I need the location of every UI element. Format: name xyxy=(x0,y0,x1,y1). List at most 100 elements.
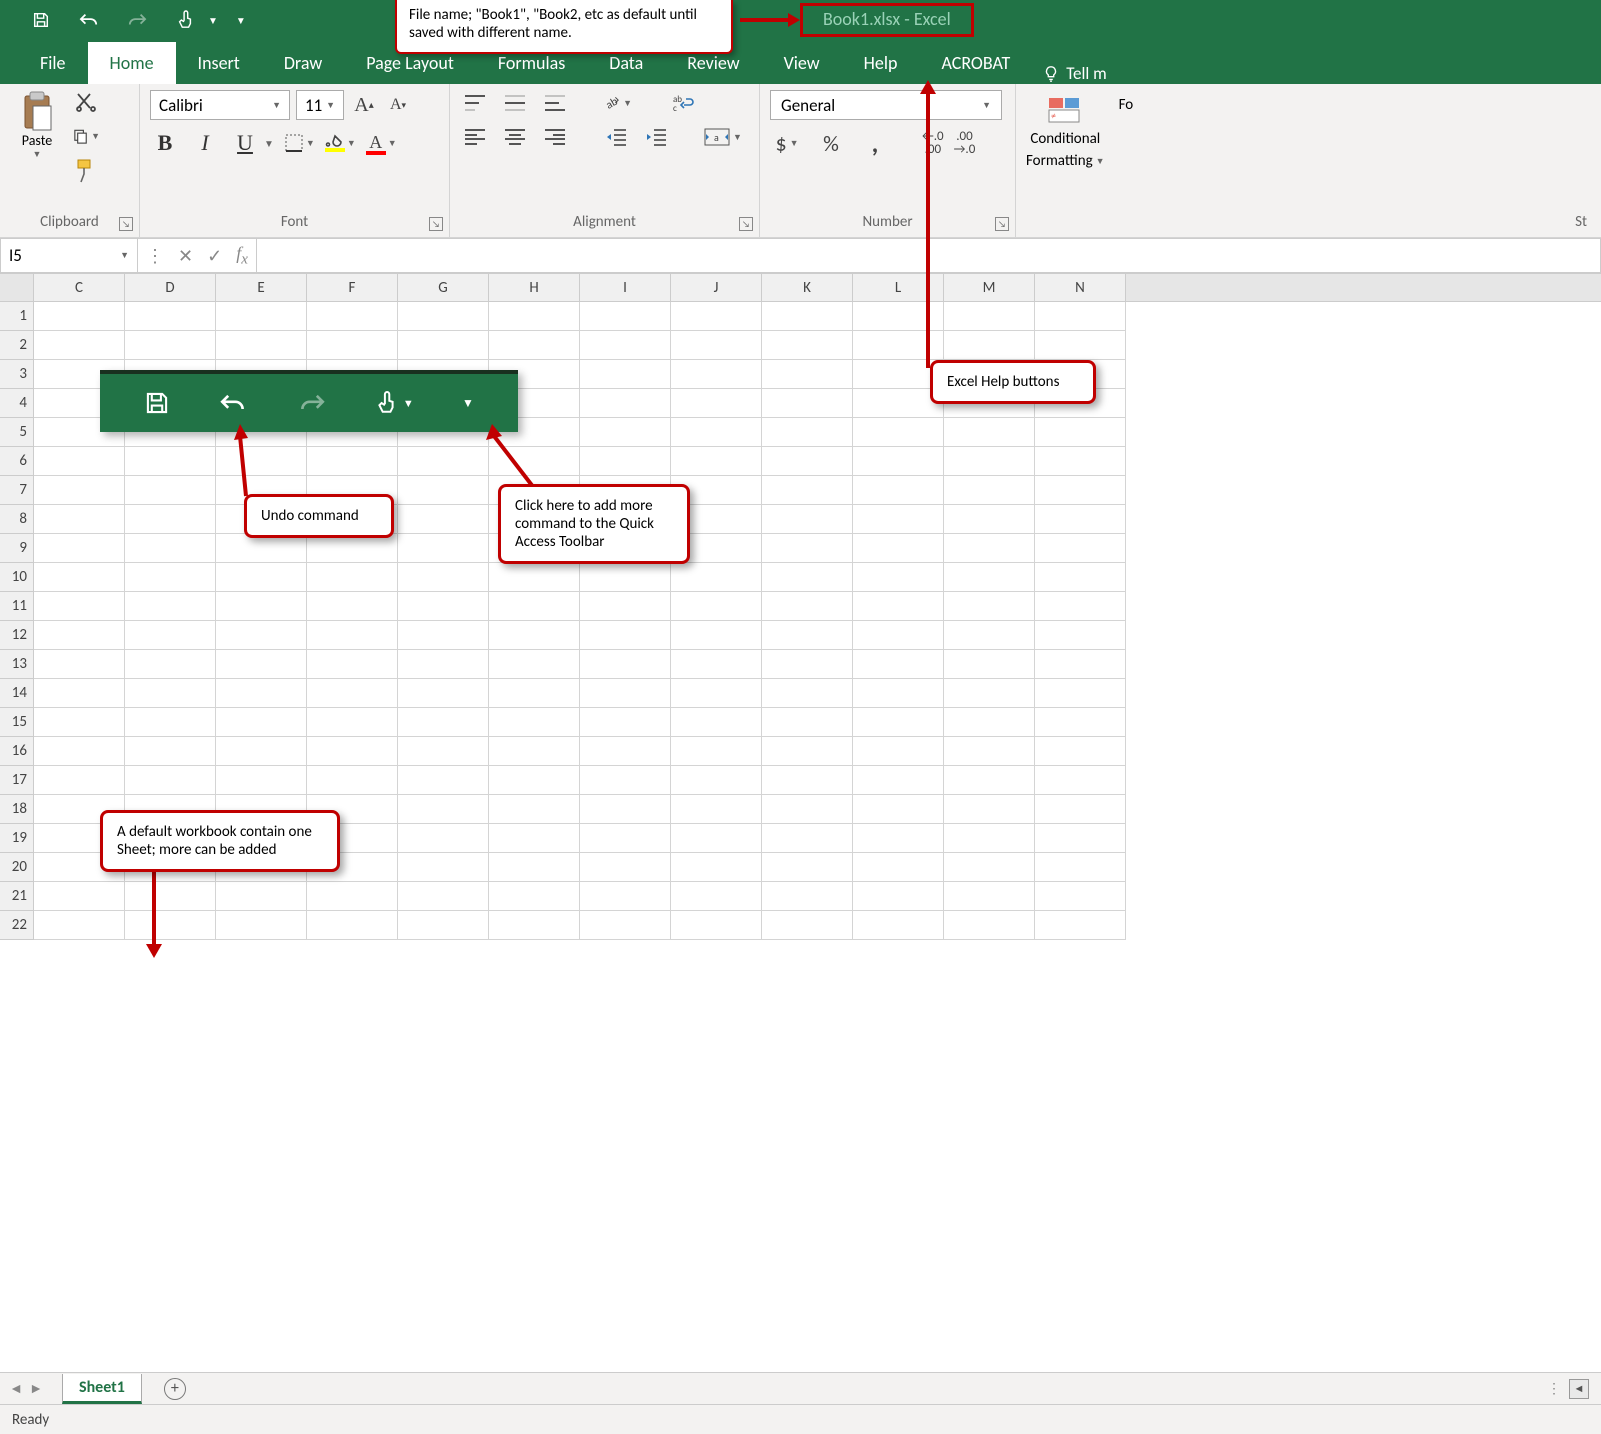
number-format-select[interactable]: General▼ xyxy=(770,90,1002,120)
enter-icon[interactable]: ✓ xyxy=(207,245,222,267)
row-header[interactable]: 15 xyxy=(0,708,34,737)
conditional-formatting-button[interactable]: ≠ Conditional Formatting▼ xyxy=(1026,96,1105,213)
qat-save-icon[interactable] xyxy=(144,390,170,416)
row-header[interactable]: 14 xyxy=(0,679,34,708)
font-name-select[interactable]: Calibri▼ xyxy=(150,90,290,120)
clipboard-launcher-icon[interactable]: ↘ xyxy=(119,217,133,231)
row-header[interactable]: 7 xyxy=(0,476,34,505)
sheet-grip-icon[interactable]: ⋮ xyxy=(1547,1380,1561,1397)
sheet-tab[interactable]: Sheet1 xyxy=(62,1374,142,1404)
tell-me[interactable]: Tell m xyxy=(1042,63,1106,84)
align-center-icon[interactable] xyxy=(500,124,530,150)
save-icon[interactable] xyxy=(28,7,54,33)
redo-icon[interactable] xyxy=(124,7,150,33)
alignment-launcher-icon[interactable]: ↘ xyxy=(739,217,753,231)
format-painter-icon[interactable] xyxy=(72,158,100,182)
sheet-prev-icon[interactable]: ◄ xyxy=(8,1380,24,1397)
row-header[interactable]: 13 xyxy=(0,650,34,679)
col-header[interactable]: H xyxy=(489,274,580,301)
row-header[interactable]: 11 xyxy=(0,592,34,621)
comma-button[interactable]: , xyxy=(858,128,892,158)
align-top-icon[interactable] xyxy=(460,90,490,116)
touch-mode-icon[interactable] xyxy=(172,7,198,33)
align-right-icon[interactable] xyxy=(540,124,570,150)
decrease-indent-icon[interactable] xyxy=(602,124,632,150)
row-header[interactable]: 20 xyxy=(0,853,34,882)
grip-icon[interactable]: ⋮ xyxy=(146,245,164,267)
format-table-button[interactable]: Fo xyxy=(1119,96,1134,213)
orientation-icon[interactable]: ab▼ xyxy=(602,90,632,116)
col-header[interactable]: F xyxy=(307,274,398,301)
row-header[interactable]: 1 xyxy=(0,302,34,331)
row-header[interactable]: 22 xyxy=(0,911,34,940)
customize-qat-icon[interactable]: ▼ xyxy=(236,14,246,27)
row-header[interactable]: 21 xyxy=(0,882,34,911)
align-middle-icon[interactable] xyxy=(500,90,530,116)
col-header[interactable]: K xyxy=(762,274,853,301)
wrap-text-button[interactable]: abc xyxy=(672,90,694,116)
number-launcher-icon[interactable]: ↘ xyxy=(995,217,1009,231)
col-header[interactable]: C xyxy=(34,274,125,301)
row-header[interactable]: 12 xyxy=(0,621,34,650)
row-header[interactable]: 8 xyxy=(0,505,34,534)
tab-help[interactable]: Help xyxy=(842,42,920,84)
row-header[interactable]: 16 xyxy=(0,737,34,766)
tab-insert[interactable]: Insert xyxy=(176,42,262,84)
tab-acrobat[interactable]: ACROBAT xyxy=(919,42,1032,84)
tab-file[interactable]: File xyxy=(18,42,88,84)
qat-undo-icon[interactable] xyxy=(218,391,248,415)
row-header[interactable]: 9 xyxy=(0,534,34,563)
row-header[interactable]: 17 xyxy=(0,766,34,795)
copy-icon[interactable]: ▼ xyxy=(72,124,100,148)
row-header[interactable]: 2 xyxy=(0,331,34,360)
border-button[interactable]: ▼ xyxy=(284,133,315,153)
underline-button[interactable]: U xyxy=(230,128,260,158)
select-all-corner[interactable] xyxy=(0,274,34,301)
col-header[interactable]: N xyxy=(1035,274,1126,301)
font-size-select[interactable]: 11▼ xyxy=(296,90,344,120)
cut-icon[interactable] xyxy=(72,90,100,114)
row-header[interactable]: 10 xyxy=(0,563,34,592)
col-header[interactable]: M xyxy=(944,274,1035,301)
qat-customize-icon[interactable]: ▼ xyxy=(462,396,474,411)
align-left-icon[interactable] xyxy=(460,124,490,150)
row-header[interactable]: 18 xyxy=(0,795,34,824)
qat-redo-icon[interactable] xyxy=(297,391,327,415)
font-launcher-icon[interactable]: ↘ xyxy=(429,217,443,231)
qat-touch-icon[interactable]: ▼ xyxy=(375,390,414,416)
row-header[interactable]: 4 xyxy=(0,389,34,418)
col-header[interactable]: J xyxy=(671,274,762,301)
row-header[interactable]: 5 xyxy=(0,418,34,447)
percent-button[interactable]: % xyxy=(814,128,848,158)
name-box[interactable]: I5▼ xyxy=(0,238,138,273)
merge-center-button[interactable]: a ▼ xyxy=(704,124,742,150)
fx-icon[interactable]: fx xyxy=(236,243,248,269)
cancel-icon[interactable]: ✕ xyxy=(178,245,193,267)
sheet-next-icon[interactable]: ► xyxy=(28,1380,44,1397)
decrease-font-icon[interactable]: A▾ xyxy=(384,91,412,119)
italic-button[interactable]: I xyxy=(190,128,220,158)
currency-button[interactable]: $▼ xyxy=(770,128,804,158)
bold-button[interactable]: B xyxy=(150,128,180,158)
col-header[interactable]: D xyxy=(125,274,216,301)
add-sheet-button[interactable]: + xyxy=(164,1378,186,1400)
scroll-left-icon[interactable]: ◄ xyxy=(1569,1379,1589,1399)
decrease-decimal-icon[interactable]: .00→.0 xyxy=(954,130,976,156)
underline-dropdown-icon[interactable]: ▼ xyxy=(264,137,274,150)
tab-home[interactable]: Home xyxy=(88,42,176,84)
touch-dropdown-icon[interactable]: ▼ xyxy=(208,14,218,27)
col-header[interactable]: I xyxy=(580,274,671,301)
increase-font-icon[interactable]: A▴ xyxy=(350,91,378,119)
row-header[interactable]: 6 xyxy=(0,447,34,476)
col-header[interactable]: E xyxy=(216,274,307,301)
tab-view[interactable]: View xyxy=(762,42,842,84)
paste-button[interactable]: Paste ▼ xyxy=(10,90,64,213)
fill-color-button[interactable]: ▼ xyxy=(325,134,356,152)
undo-icon[interactable] xyxy=(76,7,102,33)
row-header[interactable]: 3 xyxy=(0,360,34,389)
row-header[interactable]: 19 xyxy=(0,824,34,853)
font-color-button[interactable]: A ▼ xyxy=(366,132,397,155)
col-header[interactable]: G xyxy=(398,274,489,301)
align-bottom-icon[interactable] xyxy=(540,90,570,116)
increase-indent-icon[interactable] xyxy=(642,124,672,150)
